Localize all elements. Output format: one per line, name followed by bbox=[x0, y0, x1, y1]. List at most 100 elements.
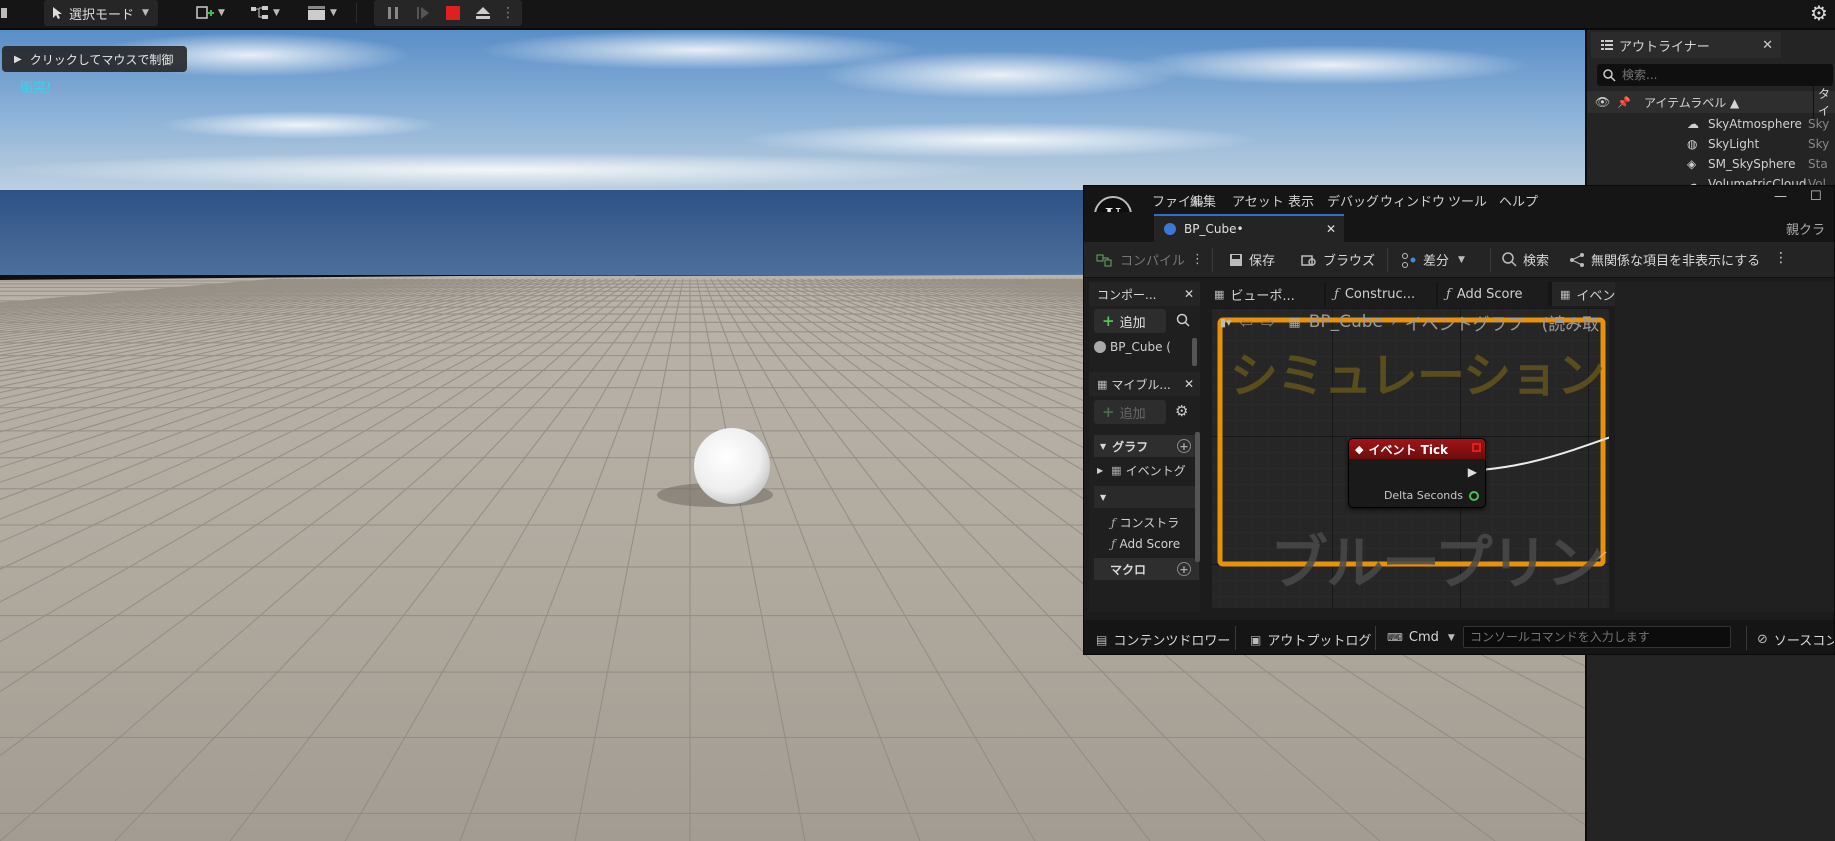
graph-item-event-graph[interactable]: ▶ ▦ イベントグ bbox=[1097, 462, 1186, 479]
function-item-construction[interactable]: ƒ コンストラ bbox=[1111, 514, 1179, 531]
blueprint-menu-button[interactable]: ▼ bbox=[246, 0, 284, 26]
add-member-button[interactable]: + 追加 bbox=[1094, 400, 1166, 424]
close-icon[interactable]: ✕ bbox=[1184, 377, 1194, 391]
forward-arrow-icon[interactable]: ⇨ bbox=[1261, 313, 1274, 332]
find-label: 検索 bbox=[1523, 254, 1550, 269]
close-icon[interactable]: ✕ bbox=[1326, 222, 1336, 236]
more-options-icon[interactable]: ⋮ bbox=[1191, 252, 1204, 267]
browse-button[interactable]: ブラウズ bbox=[1301, 250, 1375, 269]
click-to-control-hint[interactable]: ▶ クリックしてマウスで制御 bbox=[2, 46, 188, 72]
exec-out-pin-icon[interactable]: ▶ bbox=[1468, 465, 1477, 479]
breadcrumb-root[interactable]: BP_Cube bbox=[1309, 312, 1383, 332]
scrollbar[interactable] bbox=[1195, 432, 1200, 562]
more-options-icon[interactable]: ⋮ bbox=[498, 5, 518, 21]
menu-edit[interactable]: 編集 bbox=[1190, 191, 1216, 210]
scrollbar[interactable] bbox=[1192, 338, 1197, 366]
breadcrumb-graph[interactable]: イベントグラフ bbox=[1405, 310, 1524, 335]
function-icon: ƒ bbox=[1446, 286, 1451, 302]
search-icon bbox=[1603, 68, 1616, 82]
add-component-button[interactable]: + 追加 bbox=[1094, 309, 1166, 333]
blueprint-icon bbox=[251, 6, 269, 19]
source-control-button[interactable]: ⊘ ソースコン bbox=[1757, 630, 1834, 649]
save-all-icon[interactable] bbox=[0, 0, 10, 26]
outliner-row[interactable]: ☁ SkyAtmosphere Sky bbox=[1587, 114, 1835, 134]
outliner-search bbox=[1597, 64, 1833, 86]
pause-button[interactable] bbox=[378, 6, 408, 20]
output-log-button[interactable]: ▣ アウトプットログ bbox=[1250, 630, 1372, 650]
section-graphs[interactable]: ▼ グラフ + bbox=[1094, 435, 1199, 457]
hide-unrelated-button[interactable]: 無関係な項目を非表示にする bbox=[1569, 250, 1760, 269]
back-arrow-icon[interactable]: ⇦ bbox=[1240, 313, 1253, 332]
delegate-pin-icon[interactable] bbox=[1472, 443, 1481, 452]
toolbar-divider bbox=[1235, 626, 1236, 650]
breadcrumb-chevron-icon: › bbox=[1391, 314, 1397, 330]
sphere-actor[interactable] bbox=[694, 428, 770, 504]
delta-seconds-pin-icon[interactable] bbox=[1469, 491, 1479, 501]
content-drawer-button[interactable]: ▤ コンテンツドロワー bbox=[1096, 630, 1230, 650]
menu-asset[interactable]: アセット bbox=[1232, 191, 1284, 210]
component-root-label: BP_Cube ( bbox=[1110, 340, 1171, 354]
find-button[interactable]: 検索 bbox=[1502, 250, 1549, 269]
step-icon bbox=[417, 7, 429, 19]
graph-type-icon: ▦ bbox=[1288, 314, 1301, 330]
menu-help[interactable]: ヘルプ bbox=[1499, 191, 1538, 210]
plus-icon: + bbox=[1102, 403, 1115, 421]
menu-view[interactable]: 表示 bbox=[1288, 191, 1314, 210]
graph-breadcrumb-bar: ▮▾ ⇦ ⇨ ▦ BP_Cube › イベントグラフ (読み取 bbox=[1212, 308, 1609, 336]
event-tick-node[interactable]: ◆ イベント Tick ▶ Delta Seconds bbox=[1348, 438, 1486, 508]
outliner-row-label: SkyAtmosphere bbox=[1708, 117, 1802, 131]
visibility-eye-icon[interactable]: 👁 bbox=[1595, 95, 1610, 109]
mode-select-button[interactable]: 選択モード ▼ bbox=[44, 0, 158, 26]
toolbar-divider bbox=[1746, 626, 1747, 650]
menu-window[interactable]: ウィンドウ bbox=[1380, 191, 1445, 210]
content-drawer-icon: ▤ bbox=[1096, 632, 1108, 647]
tab-bp-cube[interactable]: BP_Cube• ✕ bbox=[1154, 214, 1344, 242]
tab-my-blueprint[interactable]: ▦ マイブル... ✕ bbox=[1089, 372, 1200, 396]
pin-icon[interactable]: 📌 bbox=[1617, 96, 1631, 109]
more-options-icon[interactable]: ⋮ bbox=[1774, 250, 1788, 266]
search-icon[interactable] bbox=[1176, 313, 1190, 330]
menu-tools[interactable]: ツール bbox=[1448, 191, 1487, 210]
tab-add-score[interactable]: ƒ Add Score bbox=[1438, 282, 1548, 306]
minimize-icon[interactable]: — bbox=[1774, 189, 1787, 204]
cinematics-button[interactable]: ▼ bbox=[302, 0, 342, 26]
settings-gear-icon[interactable]: ⚙ bbox=[1175, 402, 1188, 420]
section-macros[interactable]: マクロ + bbox=[1094, 558, 1199, 580]
settings-button[interactable]: ⚙ bbox=[1806, 0, 1832, 26]
add-actor-button[interactable]: ▼ bbox=[192, 0, 228, 26]
outliner-row[interactable]: ◍ SkyLight Sky bbox=[1587, 134, 1835, 154]
stop-icon bbox=[446, 6, 460, 20]
toolbar-divider bbox=[1490, 248, 1491, 272]
maximize-icon[interactable]: ☐ bbox=[1810, 189, 1822, 204]
add-macro-icon[interactable]: + bbox=[1177, 562, 1191, 576]
compile-button[interactable]: コンパイル ⋮ bbox=[1096, 250, 1204, 269]
bookmark-icon[interactable]: ▮▾ bbox=[1220, 316, 1232, 329]
diff-button[interactable]: 差分 ▼ bbox=[1401, 250, 1465, 269]
tab-construction-script[interactable]: ƒ Construc... bbox=[1326, 282, 1436, 306]
tab-components[interactable]: コンポー... ✕ bbox=[1089, 282, 1200, 306]
menu-debug[interactable]: デバッグ bbox=[1327, 191, 1379, 210]
chevron-down-icon: ▼ bbox=[273, 8, 280, 18]
outliner-tab[interactable]: アウトライナー ✕ bbox=[1591, 32, 1781, 58]
section-functions[interactable]: ▼ bbox=[1094, 486, 1199, 508]
function-item-add-score[interactable]: ƒ Add Score bbox=[1111, 537, 1180, 551]
add-graph-icon[interactable]: + bbox=[1177, 439, 1191, 453]
close-icon[interactable]: ✕ bbox=[1762, 38, 1773, 53]
console-command-input[interactable] bbox=[1463, 626, 1731, 648]
stop-button[interactable] bbox=[438, 6, 468, 20]
step-frame-button[interactable] bbox=[408, 6, 438, 20]
outliner-search-input[interactable] bbox=[1622, 68, 1802, 82]
tab-viewport[interactable]: ▦ ビューポ... bbox=[1206, 282, 1324, 306]
clapperboard-icon bbox=[308, 6, 326, 20]
component-root-item[interactable]: BP_Cube ( bbox=[1094, 340, 1171, 354]
column-item-label[interactable]: アイテムラベル ▲ bbox=[1644, 94, 1739, 111]
output-log-label: アウトプットログ bbox=[1267, 634, 1372, 649]
cmd-selector[interactable]: ⌨ Cmd ▼ bbox=[1387, 630, 1455, 645]
event-graph-canvas[interactable]: ▮▾ ⇦ ⇨ ▦ BP_Cube › イベントグラフ (読み取 シミュレーション… bbox=[1212, 308, 1609, 608]
graph-item-label: イベントグ bbox=[1125, 464, 1186, 478]
save-button[interactable]: 保存 bbox=[1229, 250, 1275, 269]
event-tick-header: ◆ イベント Tick bbox=[1349, 439, 1485, 459]
close-icon[interactable]: ✕ bbox=[1184, 287, 1194, 301]
eject-button[interactable] bbox=[468, 6, 498, 20]
outliner-row[interactable]: ◈ SM_SkySphere Sta bbox=[1587, 154, 1835, 174]
